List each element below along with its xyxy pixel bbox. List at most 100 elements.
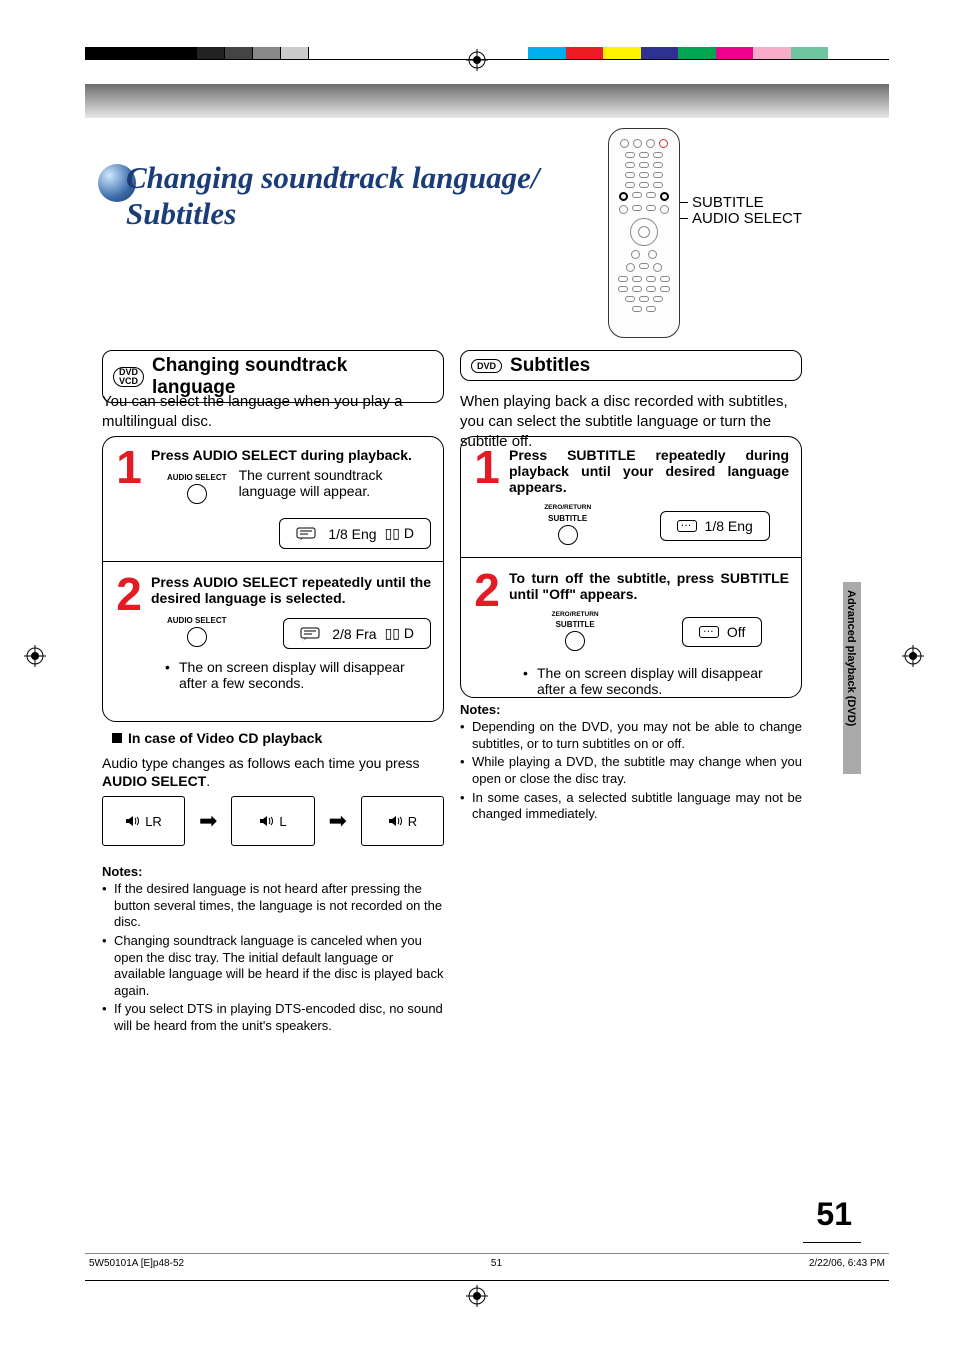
disc-type-pill: DVD VCD: [113, 367, 144, 387]
note-item: If you select DTS in playing DTS-encoded…: [102, 1001, 444, 1034]
lead-line: [680, 218, 688, 219]
footer-page: 51: [491, 1258, 502, 1269]
side-tab-label: Advanced playback (DVD): [845, 590, 857, 726]
footer-timestamp: 2/22/06, 6:43 PM: [809, 1258, 885, 1269]
registration-mark-top: [466, 49, 488, 71]
note-item: If the desired language is not heard aft…: [102, 881, 444, 931]
audio-cycle-diagram: LR ➡ L ➡ R: [102, 796, 444, 846]
osd-codec: ▯▯ D: [385, 625, 414, 642]
step-note: The on screen display will disappear aft…: [151, 659, 431, 691]
audio-mode-box: LR: [102, 796, 185, 846]
osd-text: Off: [727, 624, 745, 640]
remote-button-audio-select: AUDIO SELECT: [167, 473, 227, 504]
side-tab: Advanced playback (DVD): [843, 582, 861, 774]
osd-codec: ▯▯ D: [385, 525, 414, 542]
page-title-line1: Changing soundtrack language/: [126, 160, 539, 195]
step-note: The on screen display will disappear aft…: [509, 665, 789, 697]
header-gradient: [85, 84, 889, 118]
step-number: 2: [473, 570, 501, 698]
notes-left: Notes: If the desired language is not he…: [102, 864, 444, 1037]
button-ring-icon: [565, 631, 585, 651]
notes-right: Notes: Depending on the DVD, you may not…: [460, 702, 802, 825]
print-density-strip: [85, 47, 309, 59]
steps-card-soundtrack: 1 Press AUDIO SELECT during playback. AU…: [102, 436, 444, 722]
remote-button-audio-select: AUDIO SELECT: [167, 616, 227, 647]
remote-button-subtitle: ZERO/RETURN SUBTITLE: [552, 612, 599, 652]
disc-type: VCD: [119, 377, 138, 386]
notes-heading: Notes:: [102, 864, 444, 879]
button-label: SUBTITLE: [548, 514, 587, 523]
button-label: AUDIO SELECT: [167, 473, 227, 482]
note-item: In some cases, a selected subtitle langu…: [460, 790, 802, 823]
remote-button-subtitle: ZERO/RETURN SUBTITLE: [544, 505, 591, 545]
disc-type-pill: DVD: [471, 359, 502, 373]
step-1: 1 Press AUDIO SELECT during playback. AU…: [115, 447, 431, 549]
step-number: 1: [115, 447, 143, 549]
audio-mode-label: L: [279, 814, 286, 829]
button-ring-icon: [558, 525, 578, 545]
button-label-top: ZERO/RETURN: [552, 612, 599, 619]
step-title: Press SUBTITLE repeatedly during playbac…: [509, 447, 789, 495]
disc-type: DVD: [477, 362, 496, 371]
vcd-description: Audio type changes as follows each time …: [102, 754, 444, 790]
step-title: To turn off the subtitle, press SUBTITLE…: [509, 570, 789, 602]
audio-mode-box: R: [361, 796, 444, 846]
arrow-right-icon: ➡: [329, 808, 347, 834]
step-description: The current soundtrack language will app…: [239, 467, 431, 499]
step-number: 1: [473, 447, 501, 545]
button-label: SUBTITLE: [556, 620, 595, 629]
speaker-icon: [125, 815, 141, 827]
subtitle-icon: [677, 520, 697, 532]
step-divider: [461, 557, 801, 558]
osd-text: 2/8 Fra: [332, 626, 376, 642]
page-number: 51: [816, 1196, 852, 1233]
registration-mark-left: [24, 645, 46, 667]
page-title-wrap: Changing soundtrack language/ Subtitles: [108, 160, 539, 231]
crop-line-bottom: [85, 1280, 889, 1281]
subtitle-icon: [699, 626, 719, 638]
button-label-top: ZERO/RETURN: [544, 505, 591, 512]
osd-text: 1/8 Eng: [705, 518, 753, 534]
step-2: 2 Press AUDIO SELECT repeatedly until th…: [115, 574, 431, 691]
arrow-right-icon: ➡: [199, 808, 217, 834]
remote-control-illustration: [608, 128, 680, 338]
section-lead-in: You can select the language when you pla…: [102, 392, 444, 432]
registration-mark-bottom: [466, 1285, 488, 1307]
audio-mode-label: R: [408, 814, 417, 829]
notes-heading: Notes:: [460, 702, 802, 717]
note-item: Changing soundtrack language is canceled…: [102, 933, 444, 1000]
audio-mode-box: L: [231, 796, 314, 846]
speaker-icon: [259, 815, 275, 827]
page: { "title_line1": "Changing soundtrack la…: [0, 0, 954, 1351]
speaker-icon: [388, 815, 404, 827]
remote-label-audio-select: AUDIO SELECT: [692, 210, 802, 227]
note-item: While playing a DVD, the subtitle may ch…: [460, 754, 802, 787]
speech-icon: [300, 627, 324, 641]
step-1: 1 Press SUBTITLE repeatedly during playb…: [473, 447, 789, 545]
step-title: Press AUDIO SELECT repeatedly until the …: [151, 574, 431, 606]
vcd-subheading-text: In case of Video CD playback: [128, 730, 322, 746]
button-ring-icon: [187, 484, 207, 504]
osd-display: Off: [682, 617, 762, 647]
steps-card-subtitles: 1 Press SUBTITLE repeatedly during playb…: [460, 436, 802, 698]
note-item: Depending on the DVD, you may not be abl…: [460, 719, 802, 752]
print-color-strip: [528, 47, 828, 59]
osd-text: 1/8 Eng: [328, 526, 376, 542]
footer-filename: 5W50101A [E]p48-52: [89, 1258, 184, 1269]
step-divider: [103, 561, 443, 562]
section-header-subtitles: DVD Subtitles: [460, 350, 802, 381]
speech-icon: [296, 527, 320, 541]
footer: 5W50101A [E]p48-52 51 2/22/06, 6:43 PM: [85, 1253, 889, 1269]
osd-display: 1/8 Eng: [660, 511, 770, 541]
audio-mode-label: LR: [145, 814, 162, 829]
square-bullet-icon: [112, 733, 122, 743]
remote-label-subtitle: SUBTITLE: [692, 194, 764, 211]
vcd-subheading: In case of Video CD playback: [112, 730, 322, 746]
step-title: Press AUDIO SELECT during playback.: [151, 447, 431, 463]
registration-mark-right: [902, 645, 924, 667]
page-title: Changing soundtrack language/ Subtitles: [108, 160, 539, 231]
page-title-line2: Subtitles: [126, 196, 539, 232]
step-2: 2 To turn off the subtitle, press SUBTIT…: [473, 570, 789, 698]
section-title: Subtitles: [510, 355, 590, 377]
osd-display: 2/8 Fra ▯▯ D: [283, 618, 431, 649]
